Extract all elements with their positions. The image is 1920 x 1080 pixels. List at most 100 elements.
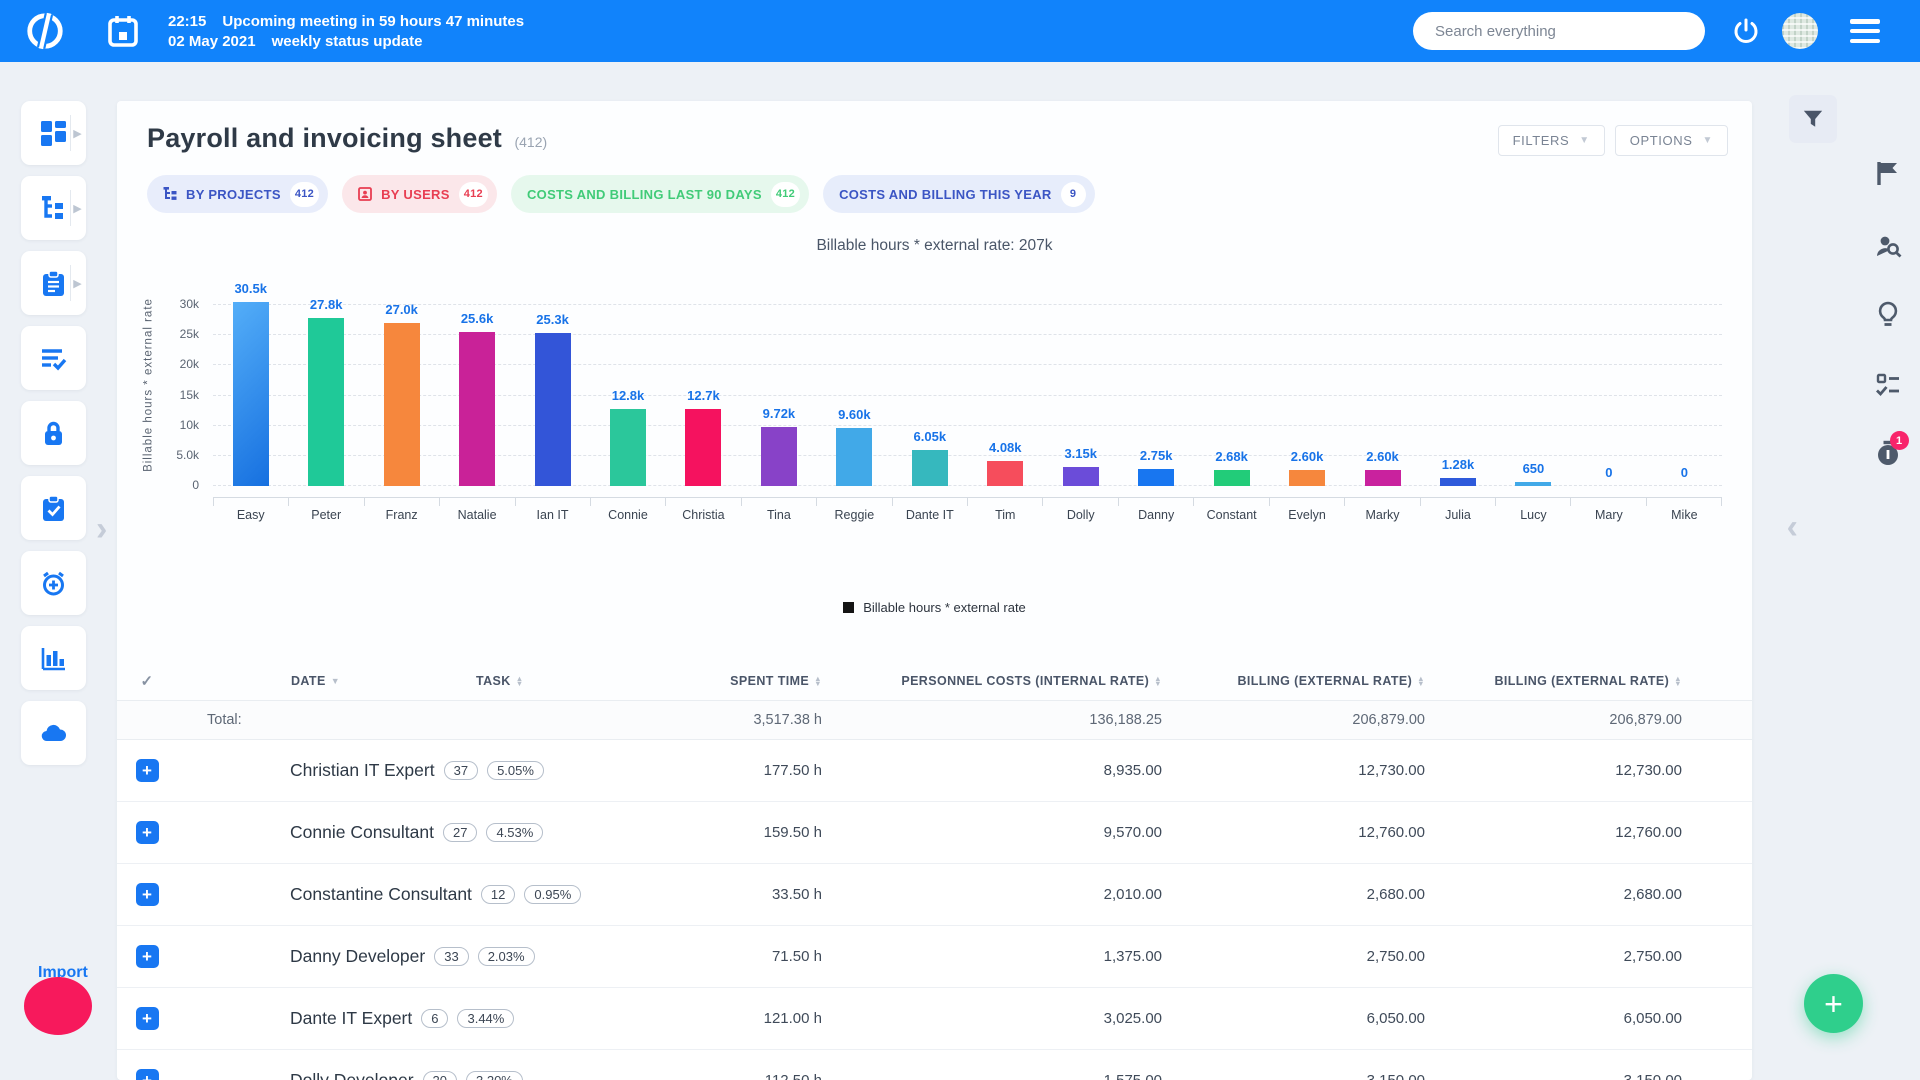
- lightbulb-icon[interactable]: [1874, 300, 1902, 328]
- tab-costs-billing-this-year[interactable]: COSTS AND BILLING THIS YEAR 9: [823, 175, 1095, 213]
- filter-funnel-icon[interactable]: [1789, 95, 1837, 143]
- app-logo-icon[interactable]: [24, 10, 66, 52]
- total-label: Total:: [177, 712, 642, 728]
- tab-by-projects[interactable]: BY PROJECTS 412: [147, 175, 328, 213]
- bar-Lucy[interactable]: [1515, 482, 1551, 486]
- cell-spent-time: 159.50 h: [642, 824, 822, 841]
- bar-Evelyn[interactable]: [1289, 470, 1325, 486]
- calendar-icon[interactable]: [108, 15, 138, 47]
- sidebar-item-reports[interactable]: [21, 626, 86, 690]
- expand-row-button[interactable]: +: [136, 1007, 159, 1030]
- bar-Tina[interactable]: [761, 427, 797, 486]
- bar-Danny[interactable]: [1138, 469, 1174, 486]
- reports-chart-icon: [40, 645, 67, 672]
- options-button-label: OPTIONS: [1630, 133, 1693, 148]
- column-header-personnel-costs[interactable]: PERSONNEL COSTS (INTERNAL RATE) ▲▼: [822, 674, 1162, 688]
- onboarding-beacon[interactable]: [24, 977, 92, 1035]
- entry-count-pill: 6: [421, 1009, 448, 1028]
- bar-Dolly[interactable]: [1063, 467, 1099, 486]
- expand-row-button[interactable]: +: [136, 821, 159, 844]
- column-header-spent-time[interactable]: SPENT TIME ▲▼: [642, 674, 822, 688]
- expand-row-button[interactable]: +: [136, 883, 159, 906]
- x-category-label: Christia: [666, 508, 741, 522]
- bar-Christia[interactable]: [685, 409, 721, 486]
- cell-billing-external-2: 2,750.00: [1425, 948, 1682, 965]
- page-title: Payroll and invoicing sheet: [147, 123, 502, 153]
- flyout-arrow-icon[interactable]: ▶: [70, 115, 84, 151]
- flyout-arrow-icon[interactable]: ▶: [70, 265, 84, 301]
- sidebar-item-private[interactable]: [21, 401, 86, 465]
- bar-Tim[interactable]: [987, 461, 1023, 486]
- column-header-billing-external[interactable]: BILLING (EXTERNAL RATE) ▲▼: [1162, 674, 1425, 688]
- column-header-date[interactable]: DATE ▼: [291, 674, 340, 688]
- bar-Connie[interactable]: [610, 409, 646, 486]
- tab-by-users[interactable]: BY USERS 412: [342, 175, 497, 213]
- bar-Peter[interactable]: [308, 318, 344, 486]
- add-entry-fab[interactable]: +: [1804, 974, 1863, 1033]
- expand-row-button[interactable]: +: [136, 1069, 159, 1080]
- sidebar-item-projects[interactable]: ▶: [21, 176, 86, 240]
- sidebar-item-tasks[interactable]: [21, 326, 86, 390]
- cell-billing-external: 2,750.00: [1162, 948, 1425, 965]
- power-icon[interactable]: [1733, 18, 1759, 44]
- table-row[interactable]: +Connie Consultant274.53%159.50 h9,570.0…: [117, 802, 1752, 864]
- options-button[interactable]: OPTIONS ▼: [1615, 125, 1728, 156]
- filters-button[interactable]: FILTERS ▼: [1498, 125, 1605, 156]
- bar-Marky[interactable]: [1365, 470, 1401, 486]
- sidebar-item-cloud[interactable]: [21, 701, 86, 765]
- search-input[interactable]: [1413, 12, 1705, 50]
- bar-Natalie[interactable]: [459, 332, 495, 486]
- bar-Dante IT[interactable]: [912, 450, 948, 487]
- percent-pill: 2.03%: [478, 947, 535, 966]
- bar-Ian IT[interactable]: [535, 333, 571, 486]
- percent-pill: 0.95%: [524, 885, 581, 904]
- select-all-icon[interactable]: ✓: [117, 672, 177, 690]
- cell-billing-external-2: 12,760.00: [1425, 824, 1682, 841]
- x-category-label: Dante IT: [892, 508, 967, 522]
- bar-value-label: 30.5k: [213, 281, 288, 296]
- table-row[interactable]: +Dante IT Expert63.44%121.00 h3,025.006,…: [117, 988, 1752, 1050]
- table-row[interactable]: +Dolly Developer203.20%112.50 h1,575.003…: [117, 1050, 1752, 1080]
- column-header-billing-external-2[interactable]: BILLING (EXTERNAL RATE) ▲▼: [1425, 674, 1682, 688]
- x-category-label: Peter: [288, 508, 363, 522]
- x-axis-tick: [1496, 498, 1571, 506]
- expand-row-button[interactable]: +: [136, 759, 159, 782]
- sidebar-item-approvals[interactable]: [21, 476, 86, 540]
- bar-Reggie[interactable]: [836, 428, 872, 486]
- x-category-label: Easy: [213, 508, 288, 522]
- bar-Julia[interactable]: [1440, 478, 1476, 486]
- tab-costs-billing-90-days[interactable]: COSTS AND BILLING LAST 90 DAYS 412: [511, 175, 809, 213]
- x-axis-tick: [666, 498, 741, 506]
- timer-icon[interactable]: 1: [1874, 439, 1902, 467]
- column-header-label: BILLING (EXTERNAL RATE): [1237, 674, 1412, 688]
- sidebar-item-dashboard[interactable]: ▶: [21, 101, 86, 165]
- bar-value-label: 25.3k: [515, 312, 590, 327]
- bar-Easy[interactable]: [233, 302, 269, 486]
- bar-Constant[interactable]: [1214, 470, 1250, 486]
- column-header-task[interactable]: TASK ▲▼: [476, 674, 524, 688]
- bar-Franz[interactable]: [384, 323, 420, 486]
- x-axis-tick: [1194, 498, 1269, 506]
- table-row[interactable]: +Christian IT Expert375.05%177.50 h8,935…: [117, 740, 1752, 802]
- sidebar-expand-chevron-icon[interactable]: ›: [96, 510, 107, 549]
- table-row[interactable]: +Danny Developer332.03%71.50 h1,375.002,…: [117, 926, 1752, 988]
- menu-icon[interactable]: [1850, 19, 1880, 43]
- y-tick-label: 5.0k: [139, 448, 199, 462]
- bar-slot: 27.0k: [364, 271, 439, 486]
- flag-icon[interactable]: [1874, 159, 1902, 187]
- user-search-icon[interactable]: [1874, 232, 1902, 260]
- sidebar-item-timer[interactable]: [21, 551, 86, 615]
- flyout-arrow-icon[interactable]: ▶: [70, 190, 84, 226]
- bar-slot: 0: [1647, 271, 1722, 486]
- panel-collapse-chevron-icon[interactable]: ‹: [1787, 508, 1798, 547]
- table-row[interactable]: +Constantine Consultant120.95%33.50 h2,0…: [117, 864, 1752, 926]
- expand-row-button[interactable]: +: [136, 945, 159, 968]
- tasks-check-icon: [40, 345, 67, 372]
- checklist-icon[interactable]: [1874, 371, 1902, 399]
- sidebar-item-timesheet[interactable]: ▶: [21, 251, 86, 315]
- bar-value-label: 9.72k: [741, 406, 816, 421]
- tree-icon: [163, 187, 177, 201]
- user-avatar[interactable]: [1782, 13, 1818, 49]
- x-axis-tick: [591, 498, 666, 506]
- chart-plot-area: 30.5k27.8k27.0k25.6k25.3k12.8k12.7k9.72k…: [213, 271, 1722, 486]
